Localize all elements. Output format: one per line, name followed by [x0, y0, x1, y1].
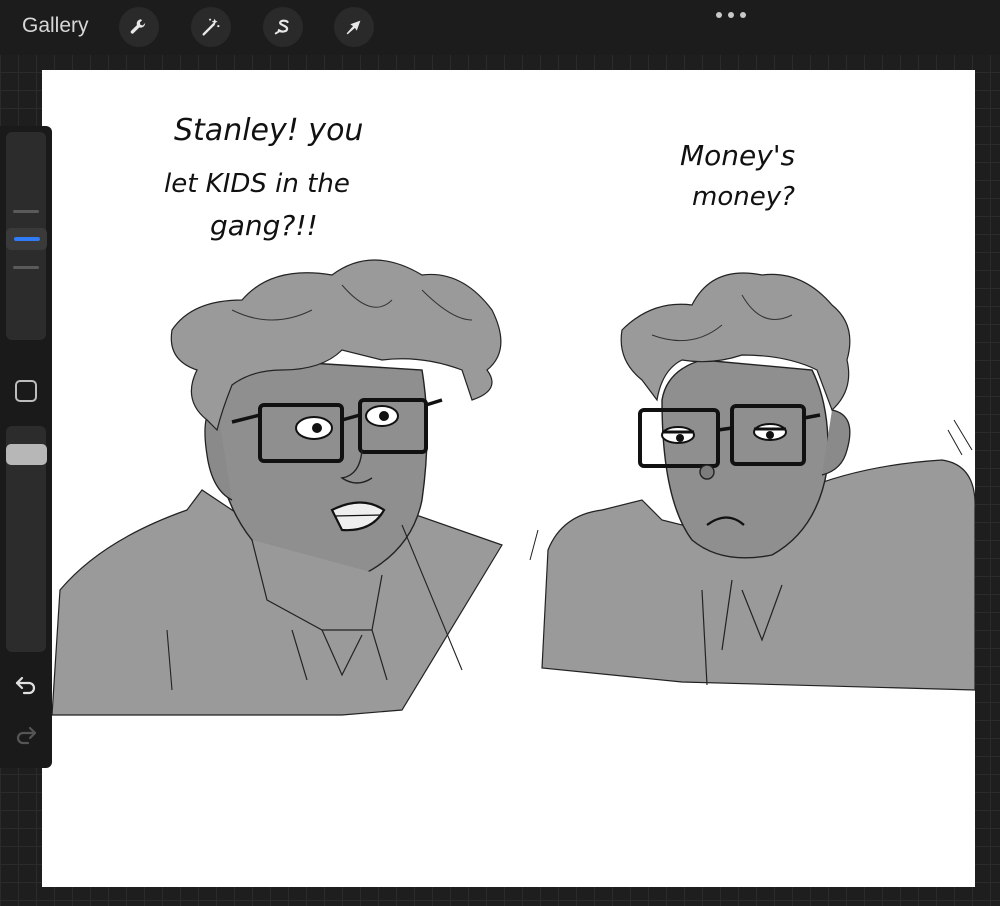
left-caption-line-2: let KIDS in the — [164, 169, 350, 199]
left-sidebar — [0, 126, 52, 768]
modify-button[interactable] — [15, 380, 37, 402]
actions-wrench-button[interactable] — [119, 7, 159, 47]
right-caption-line-1: Money's — [680, 139, 795, 172]
ellipsis-dot — [740, 12, 746, 18]
brush-size-handle[interactable] — [6, 228, 47, 250]
selection-s-icon — [274, 19, 289, 35]
sketch-artwork: Stanley! you let KIDS in the gang?!! Mon… — [51, 113, 975, 716]
ellipsis-dot — [728, 12, 734, 18]
left-caption-line-1: Stanley! you — [174, 113, 363, 148]
wrench-icon — [130, 19, 146, 34]
selection-button[interactable] — [263, 7, 303, 47]
redo-arrow-icon — [16, 726, 37, 745]
opacity-handle[interactable] — [6, 444, 47, 465]
size-tick — [13, 266, 39, 269]
redo-button[interactable] — [13, 722, 39, 748]
left-caption: Stanley! you let KIDS in the gang?!! — [164, 113, 363, 242]
right-caption: Money's money? — [680, 139, 795, 212]
top-toolbar: Gallery — [0, 0, 1000, 55]
drawing-canvas[interactable]: Stanley! you let KIDS in the gang?!! Mon… — [42, 70, 975, 887]
brush-size-indicator — [13, 237, 40, 241]
right-caption-line-2: money? — [692, 182, 795, 212]
adjustments-button[interactable] — [191, 7, 231, 47]
more-options-button[interactable] — [716, 10, 746, 20]
gallery-button[interactable]: Gallery — [22, 14, 89, 38]
size-tick — [13, 210, 39, 213]
transform-arrow-icon — [346, 20, 361, 35]
undo-button[interactable] — [13, 672, 39, 698]
left-caption-line-3: gang?!! — [210, 209, 318, 242]
magic-wand-icon — [202, 18, 220, 36]
undo-arrow-icon — [15, 676, 36, 695]
ellipsis-dot — [716, 12, 722, 18]
transform-button[interactable] — [334, 7, 374, 47]
